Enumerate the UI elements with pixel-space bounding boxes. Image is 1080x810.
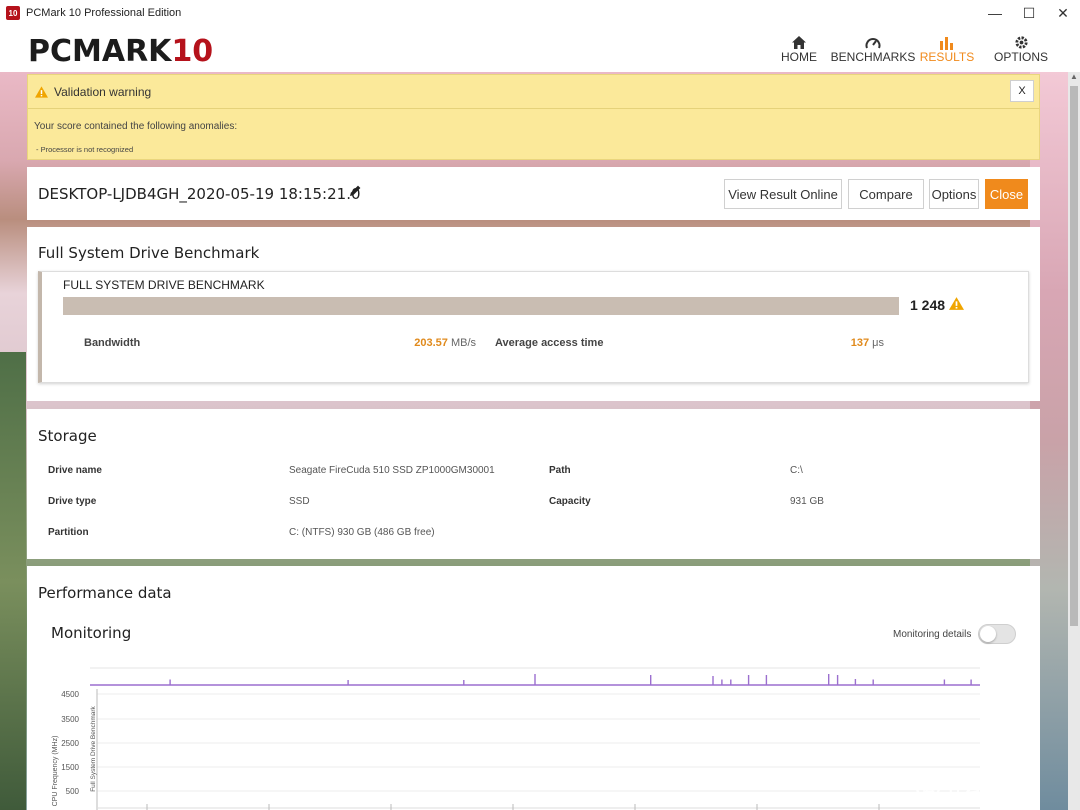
access-time-value: 137 μs [850, 337, 884, 349]
watermark: 值 什么值得买 [915, 770, 1065, 800]
nav-home[interactable]: HOME [762, 28, 836, 64]
options-button[interactable]: Options [929, 179, 979, 209]
benchmark-section: Full System Drive Benchmark FULL SYSTEM … [27, 227, 1040, 401]
benchmark-card-title: FULL SYSTEM DRIVE BENCHMARK [63, 278, 265, 292]
benchmark-section-title: Full System Drive Benchmark [38, 244, 260, 262]
nav-results-label: RESULTS [919, 50, 975, 64]
performance-section: Performance data Monitoring Monitoring d… [27, 566, 1040, 810]
path-label: Path [549, 465, 571, 476]
app-icon: 10 [6, 6, 20, 20]
y-tick-label: 500 [66, 787, 80, 796]
edit-pencil-icon[interactable] [349, 184, 362, 200]
nav-home-label: HOME [781, 50, 817, 64]
bandwidth-label: Bandwidth [84, 337, 141, 349]
window-controls: — ☐ ✕ [978, 0, 1080, 26]
performance-title: Performance data [38, 584, 172, 602]
drive-name-label: Drive name [48, 465, 102, 476]
scroll-up-arrow[interactable]: ▲ [1068, 72, 1080, 84]
y-axis-label: CPU Frequency (MHz) [52, 736, 59, 807]
warning-anomaly-item: - Processor is not recognized [36, 145, 134, 154]
nav-benchmarks-label: BENCHMARKS [830, 50, 916, 64]
monitoring-details-label: Monitoring details [893, 629, 972, 640]
drive-type-label: Drive type [48, 496, 97, 507]
storage-title: Storage [38, 427, 97, 445]
home-icon [791, 28, 807, 50]
vertical-scrollbar[interactable]: ▲ [1068, 72, 1080, 810]
warning-title: Validation warning [54, 84, 152, 99]
warning-icon [34, 85, 48, 99]
series-label: Full System Drive Benchmark [90, 705, 97, 791]
watermark-text: 什么值得买 [947, 777, 1032, 797]
storage-section: Storage Drive name Seagate FireCuda 510 … [27, 409, 1040, 559]
main-nav: HOME BENCHMARKS RESULTS OPTIONS [762, 28, 1058, 64]
score-value: 1 248 [910, 297, 946, 313]
score-warning-icon[interactable] [949, 297, 965, 313]
warning-header: Validation warning [28, 75, 1039, 109]
y-tick-label: 3500 [61, 715, 79, 724]
warning-close-button[interactable]: X [1010, 80, 1034, 102]
bandwidth-value: 203.57 MB/s [414, 337, 476, 349]
y-tick-label: 2500 [61, 739, 79, 748]
drive-type-value: SSD [289, 496, 310, 507]
benchmark-score-card: FULL SYSTEM DRIVE BENCHMARK 1 248 Bandwi… [38, 271, 1029, 383]
benchmark-score: 1 248 [910, 297, 965, 313]
close-window-button[interactable]: ✕ [1046, 0, 1080, 26]
compare-button[interactable]: Compare [848, 179, 924, 209]
nav-options[interactable]: OPTIONS [984, 28, 1058, 64]
scrollbar-thumb[interactable] [1070, 86, 1078, 626]
y-tick-label: 1500 [61, 763, 79, 772]
window-titlebar: 10 PCMark 10 Professional Edition — ☐ ✕ [0, 0, 1080, 26]
gauge-icon [865, 28, 881, 50]
close-result-button[interactable]: Close [985, 179, 1028, 209]
monitoring-title: Monitoring [51, 624, 132, 642]
nav-results[interactable]: RESULTS [910, 28, 984, 64]
minimize-button[interactable]: — [978, 0, 1012, 26]
validation-warning: Validation warning X Your score containe… [27, 74, 1040, 160]
maximize-button[interactable]: ☐ [1012, 0, 1046, 26]
result-title: DESKTOP-LJDB4GH_2020-05-19 18:15:21.0 [38, 185, 361, 203]
capacity-value: 931 GB [790, 496, 824, 507]
score-bar [63, 297, 899, 315]
bar-chart-icon [939, 28, 955, 50]
watermark-logo: 值 [915, 772, 941, 798]
monitoring-details-toggle[interactable] [978, 624, 1016, 644]
y-tick-label: 4500 [61, 690, 79, 699]
nav-benchmarks[interactable]: BENCHMARKS [831, 28, 915, 64]
capacity-label: Capacity [549, 496, 591, 507]
warning-text: Your score contained the following anoma… [34, 121, 238, 132]
toggle-knob [980, 626, 996, 642]
app-header: PCMARK10 HOME BENCHMARKS RESULTS OPTIONS [0, 26, 1080, 72]
nav-options-label: OPTIONS [993, 50, 1048, 64]
partition-value: C: (NTFS) 930 GB (486 GB free) [289, 527, 435, 538]
partition-label: Partition [48, 527, 89, 538]
gear-icon [1014, 28, 1029, 50]
window-title: PCMark 10 Professional Edition [26, 7, 182, 19]
scenery-left [0, 352, 26, 810]
result-header: DESKTOP-LJDB4GH_2020-05-19 18:15:21.0 Vi… [27, 167, 1040, 220]
drive-name-value: Seagate FireCuda 510 SSD ZP1000GM30001 [289, 465, 495, 476]
pcmark-logo: PCMARK10 [28, 34, 214, 69]
access-time-label: Average access time [495, 337, 604, 349]
path-value: C:\ [790, 465, 803, 476]
monitoring-chart: 4500 3500 2500 1500 500 CPU Frequency (MHz) Fu… [52, 667, 980, 810]
view-result-online-button[interactable]: View Result Online [724, 179, 842, 209]
